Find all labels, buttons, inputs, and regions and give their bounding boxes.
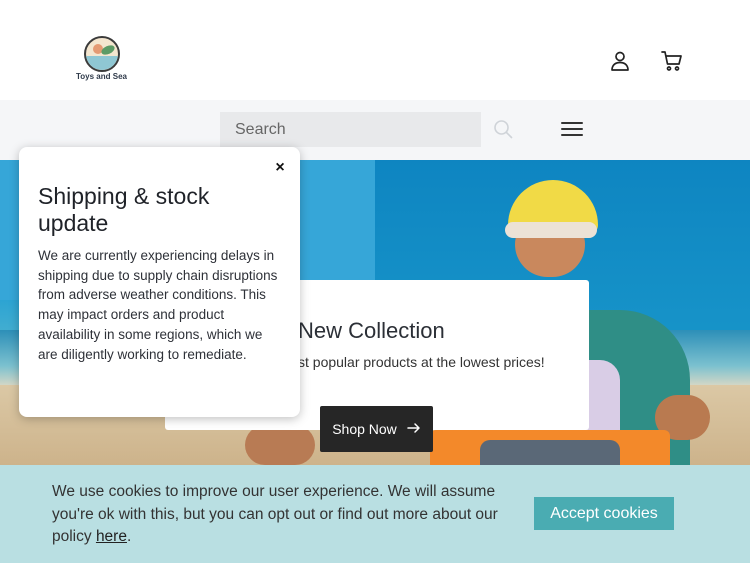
- accept-cookies-button[interactable]: Accept cookies: [534, 497, 674, 530]
- search-input[interactable]: [220, 112, 481, 147]
- logo-badge: [84, 36, 120, 72]
- cookie-text: We use cookies to improve our user exper…: [52, 483, 498, 545]
- hero-subtitle: st popular products at the lowest prices…: [298, 354, 545, 370]
- page: Toys and Sea Search New Collection st po…: [0, 0, 750, 563]
- hero-title: New Collection: [298, 318, 445, 343]
- cart-icon[interactable]: [660, 49, 684, 73]
- hero-image-cap-brim: [505, 222, 597, 238]
- logo[interactable]: Toys and Sea: [76, 36, 132, 84]
- user-icon[interactable]: [608, 49, 632, 73]
- site-header: Toys and Sea: [0, 0, 750, 100]
- shop-now-button[interactable]: Shop Now: [320, 406, 433, 452]
- arrow-right-icon: [407, 421, 421, 438]
- modal-title: Shipping & stock update: [38, 183, 210, 236]
- modal-body: We are currently experiencing delays in …: [38, 248, 278, 362]
- policy-link[interactable]: here: [96, 528, 127, 545]
- close-icon[interactable]: ×: [272, 160, 288, 176]
- logo-text: Toys and Sea: [76, 72, 127, 81]
- hamburger-menu-icon[interactable]: [560, 118, 584, 140]
- search-icon[interactable]: [492, 118, 514, 140]
- shop-now-label: Shop Now: [332, 421, 397, 437]
